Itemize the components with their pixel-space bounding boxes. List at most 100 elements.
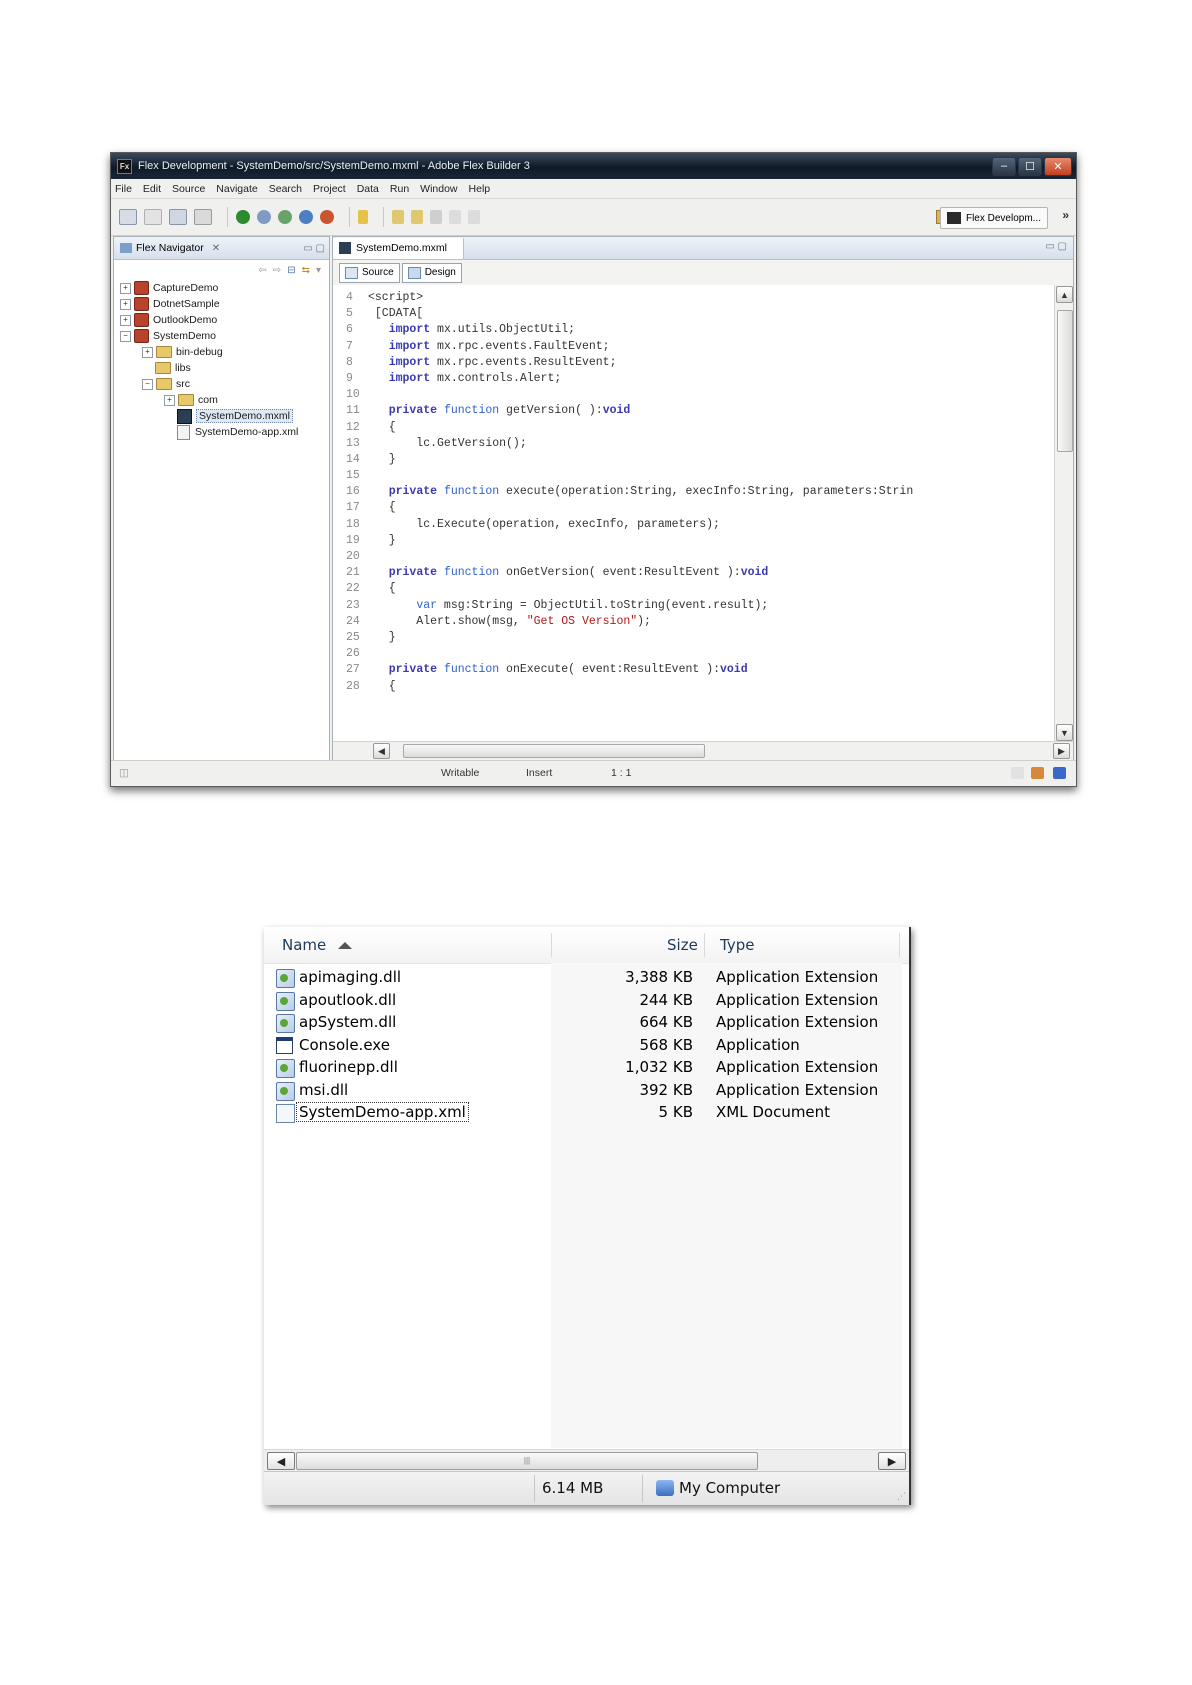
tree-item-outlookdemo[interactable]: + OutlookDemo [114, 312, 329, 328]
menu-edit[interactable]: Edit [143, 183, 161, 195]
tab-systemdemo-mxml[interactable]: SystemDemo.mxml [333, 237, 465, 259]
my-computer-icon [656, 1480, 674, 1496]
horizontal-scroll-thumb[interactable] [403, 744, 705, 758]
tree-item-bin-debug[interactable]: + bin-debug [114, 344, 329, 360]
code-line: 6 import mx.utils.ObjectUtil; [336, 322, 913, 338]
code-text: private function getVersion( ):void [388, 404, 631, 418]
vertical-scroll-thumb[interactable] [1057, 310, 1073, 452]
file-row[interactable]: msi.dll 392 KB Application Extension [264, 1079, 909, 1103]
collapse-icon[interactable]: − [120, 330, 131, 342]
file-size: 244 KB [639, 990, 693, 1009]
scroll-up-icon[interactable]: ▲ [1056, 286, 1073, 303]
tree-item-libs[interactable]: libs [114, 360, 329, 376]
close-view-icon[interactable]: ✕ [212, 243, 220, 254]
back-icon[interactable] [449, 210, 461, 224]
perspective-overflow-icon[interactable]: » [1062, 208, 1069, 222]
file-row[interactable]: fluorinepp.dll 1,032 KB Application Extens… [264, 1056, 909, 1080]
build-icon[interactable] [194, 209, 212, 225]
scroll-down-icon[interactable]: ▼ [1056, 724, 1073, 741]
print-icon[interactable] [169, 209, 187, 225]
tree-item-com[interactable]: + com [114, 392, 329, 408]
file-row[interactable]: apimaging.dll 3,388 KB Application Extensi… [264, 966, 909, 990]
expand-icon[interactable]: + [164, 394, 175, 406]
tree-item-src[interactable]: − src [114, 376, 329, 392]
expand-icon[interactable]: + [120, 314, 131, 326]
resize-grip-icon[interactable]: ⋰ [897, 1492, 906, 1502]
file-row[interactable]: SystemDemo-app.xml 5 KB XML Document [264, 1101, 909, 1125]
tree-item-capturedemo[interactable]: + CaptureDemo [114, 280, 329, 296]
collapse-icon[interactable]: − [142, 378, 153, 390]
horizontal-scrollbar[interactable]: ◀ ||| ▶ [264, 1449, 909, 1471]
debug-icon[interactable] [257, 210, 271, 224]
expand-icon[interactable]: + [142, 346, 153, 358]
back-nav-icon[interactable]: ⇦ [258, 265, 266, 276]
vertical-scrollbar[interactable]: ▲ ▼ [1054, 285, 1073, 742]
menu-file[interactable]: File [115, 183, 132, 195]
scroll-right-icon[interactable]: ▶ [1053, 743, 1070, 759]
source-button[interactable]: Source [339, 262, 400, 283]
expand-icon[interactable]: + [120, 282, 131, 294]
menu-project[interactable]: Project [313, 183, 346, 195]
tree-item-systemdemo[interactable]: − SystemDemo [114, 328, 329, 344]
forward-icon[interactable] [468, 210, 480, 224]
file-row[interactable]: apSystem.dll 664 KB Application Extension [264, 1011, 909, 1035]
column-header-type[interactable]: Type [720, 936, 754, 954]
previous-annotation-icon[interactable] [411, 210, 423, 224]
status-report-icon[interactable] [1031, 767, 1044, 779]
forward-nav-icon[interactable]: ⇨ [273, 265, 281, 276]
menu-help[interactable]: Help [469, 183, 491, 195]
minimize-button[interactable]: ‒ [992, 156, 1016, 176]
close-button[interactable]: ✕ [1044, 156, 1072, 176]
scroll-right-icon[interactable]: ▶ [878, 1452, 906, 1470]
maximize-button[interactable]: ☐ [1018, 156, 1042, 176]
line-number: 4 [346, 291, 353, 304]
file-size: 568 KB [639, 1035, 693, 1054]
menu-search[interactable]: Search [269, 183, 302, 195]
tree-item-systemdemo-app-xml[interactable]: SystemDemo-app.xml [114, 424, 329, 440]
line-number: 23 [346, 598, 360, 612]
horizontal-scrollbar[interactable]: ◀ ▶ [333, 741, 1073, 760]
menu-data[interactable]: Data [357, 183, 379, 195]
run-icon[interactable] [236, 210, 250, 224]
scroll-left-icon[interactable]: ◀ [267, 1452, 295, 1470]
minimize-maximize-icon[interactable]: ▭ ▢ [1045, 241, 1067, 252]
tab-flex-navigator[interactable]: Flex Navigator ✕ ▭ ▢ [114, 237, 329, 260]
tree-item-systemdemo-mxml[interactable]: SystemDemo.mxml [114, 408, 329, 424]
menu-run[interactable]: Run [390, 183, 409, 195]
column-header-size[interactable]: Size [667, 936, 698, 954]
pencil-icon[interactable] [358, 210, 368, 224]
status-monitor-icon[interactable] [1053, 767, 1066, 779]
perspective-switcher[interactable]: Flex Developm... [939, 207, 1048, 229]
menu-window[interactable]: Window [420, 183, 457, 195]
horizontal-scroll-thumb[interactable]: ||| [296, 1452, 758, 1470]
design-button[interactable]: Design [401, 262, 462, 283]
link-editor-icon[interactable]: ⇆ [302, 265, 310, 276]
export-icon[interactable] [299, 210, 313, 224]
code-line: 28 { [336, 679, 913, 695]
menu-navigate[interactable]: Navigate [216, 183, 257, 195]
menu-source[interactable]: Source [172, 183, 205, 195]
file-row[interactable]: apoutlook.dll 244 KB Application Extension [264, 989, 909, 1013]
code-editor[interactable]: 4 <script> 5 [CDATA[6 import mx.utils.Obje… [333, 285, 1055, 742]
scroll-left-icon[interactable]: ◀ [373, 743, 390, 759]
expand-icon[interactable]: + [120, 298, 131, 310]
new-icon[interactable] [119, 209, 137, 225]
code-text: import mx.rpc.events.FaultEvent; [388, 339, 610, 353]
view-menu-icon[interactable]: ▾ [316, 265, 321, 276]
column-header: Name Size Type [264, 927, 909, 964]
line-number: 12 [346, 420, 360, 434]
save-icon[interactable] [144, 209, 162, 225]
minimize-maximize-icon[interactable]: ▭ ▢ [303, 243, 325, 254]
profile-icon[interactable] [278, 210, 292, 224]
status-tool-icon[interactable] [1011, 767, 1024, 779]
last-edit-icon[interactable] [430, 210, 442, 224]
next-annotation-icon[interactable] [392, 210, 404, 224]
tree-item-dotnetsample[interactable]: + DotnetSample [114, 296, 329, 312]
search-tool-icon[interactable] [320, 210, 334, 224]
file-row[interactable]: Console.exe 568 KB Application [264, 1034, 909, 1058]
fast-view-icon[interactable]: ◫ [119, 767, 129, 779]
explorer-status-bar: 6.14 MB My Computer ⋰ [264, 1471, 909, 1505]
file-name: apimaging.dll [299, 968, 402, 986]
column-header-name[interactable]: Name [282, 936, 353, 954]
collapse-all-icon[interactable]: ⊟ [287, 265, 295, 276]
